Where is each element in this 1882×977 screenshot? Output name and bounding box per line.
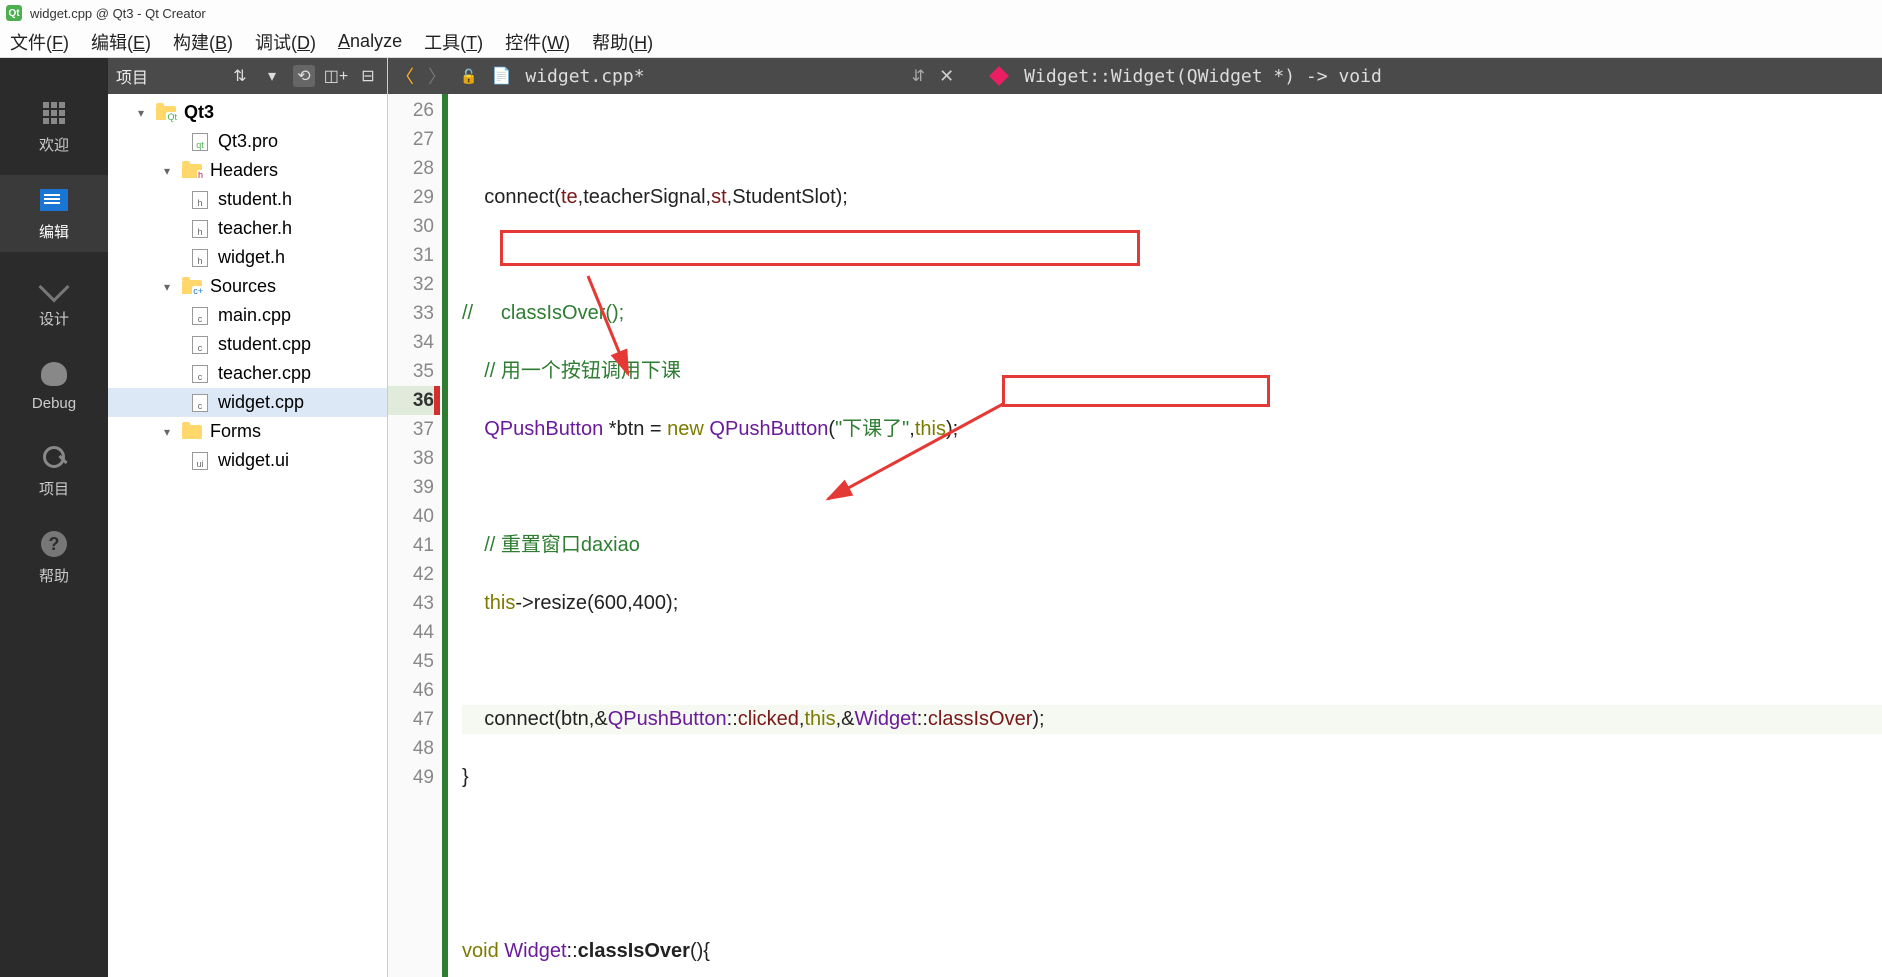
menu-bar: 文件(F) 编辑(E) 构建(B) 调试(D) Analyze 工具(T) 控件… [0, 26, 1882, 58]
mode-project[interactable]: 项目 [0, 432, 108, 509]
tree-file-student-cpp[interactable]: cstudent.cpp [108, 330, 387, 359]
nav-back-icon[interactable]: 〈 [396, 63, 414, 89]
menu-debug[interactable]: 调试(D) [255, 29, 316, 55]
close-pane-icon[interactable]: ⊟ [357, 65, 379, 87]
mode-welcome-label: 欢迎 [39, 134, 69, 155]
source-text[interactable]: connect(te,teacherSignal,st,StudentSlot)… [448, 94, 1882, 977]
nav-forward-icon[interactable]: 〉 [428, 63, 446, 89]
project-pane-header: 项目 ⇅ ▾ ⟲ ◫+ ⊟ [108, 58, 387, 94]
edit-icon [40, 189, 68, 211]
mode-debug-label: Debug [32, 395, 76, 412]
pencil-icon [38, 271, 69, 302]
qt-app-icon: Qt [6, 5, 22, 21]
project-tree[interactable]: ▾QtQt3 qtQt3.pro ▾hHeaders hstudent.h ht… [108, 94, 387, 977]
menu-widgets[interactable]: 控件(W) [505, 29, 570, 55]
tree-file-teacher-h[interactable]: hteacher.h [108, 214, 387, 243]
mode-design[interactable]: 设计 [0, 262, 108, 339]
tree-forms-folder[interactable]: ▾Forms [108, 417, 387, 446]
lock-icon[interactable]: 🔓 [460, 68, 477, 85]
bug-icon [41, 362, 67, 386]
menu-edit[interactable]: 编辑(E) [91, 29, 151, 55]
mode-project-label: 项目 [39, 478, 69, 499]
tree-file-widget-ui[interactable]: uiwidget.ui [108, 446, 387, 475]
menu-help[interactable]: 帮助(H) [592, 29, 653, 55]
tree-file-widget-h[interactable]: hwidget.h [108, 243, 387, 272]
menu-build[interactable]: 构建(B) [173, 29, 233, 55]
title-bar: Qt widget.cpp @ Qt3 - Qt Creator [0, 0, 1882, 26]
tree-pro-file[interactable]: qtQt3.pro [108, 127, 387, 156]
updown-icon[interactable]: ⇵ [912, 66, 925, 86]
code-editor[interactable]: 2627282930313233343536373839404142434445… [388, 94, 1882, 977]
menu-file[interactable]: 文件(F) [10, 29, 69, 55]
mode-welcome[interactable]: 欢迎 [0, 88, 108, 165]
mode-bar: 欢迎 编辑 设计 Debug 项目 ? 帮助 [0, 58, 108, 977]
help-icon: ? [41, 531, 67, 557]
tree-headers-folder[interactable]: ▾hHeaders [108, 156, 387, 185]
link-icon[interactable]: ⟲ [293, 65, 315, 87]
window-title: widget.cpp @ Qt3 - Qt Creator [30, 6, 206, 21]
tree-file-teacher-cpp[interactable]: cteacher.cpp [108, 359, 387, 388]
sort-icon[interactable]: ⇅ [229, 65, 251, 87]
document-icon[interactable]: 📄 [491, 66, 511, 86]
close-icon[interactable]: ✕ [939, 66, 954, 87]
editor-toolbar: 〈 〉 🔓 📄 widget.cpp* ⇵ ✕ Widget::Widget(Q… [388, 58, 1882, 94]
project-pane: 项目 ⇅ ▾ ⟲ ◫+ ⊟ ▾QtQt3 qtQt3.pro ▾hHeaders… [108, 58, 388, 977]
mode-help-label: 帮助 [39, 565, 69, 586]
grid-icon [43, 102, 65, 124]
project-pane-title: 项目 [116, 64, 148, 88]
tree-file-main-cpp[interactable]: cmain.cpp [108, 301, 387, 330]
editor-area: 〈 〉 🔓 📄 widget.cpp* ⇵ ✕ Widget::Widget(Q… [388, 58, 1882, 977]
wrench-icon [43, 446, 65, 468]
diamond-icon [989, 66, 1009, 86]
mode-debug[interactable]: Debug [0, 349, 108, 422]
menu-tools[interactable]: 工具(T) [424, 29, 483, 55]
tree-file-widget-cpp[interactable]: cwidget.cpp [108, 388, 387, 417]
symbol-breadcrumb[interactable]: Widget::Widget(QWidget *) -> void [1024, 66, 1382, 87]
split-icon[interactable]: ◫+ [325, 65, 347, 87]
mode-edit[interactable]: 编辑 [0, 175, 108, 252]
line-gutter[interactable]: 2627282930313233343536373839404142434445… [388, 94, 448, 977]
tree-project-root[interactable]: ▾QtQt3 [108, 98, 387, 127]
tree-file-student-h[interactable]: hstudent.h [108, 185, 387, 214]
mode-help[interactable]: ? 帮助 [0, 519, 108, 596]
editor-filename[interactable]: widget.cpp* [525, 66, 644, 87]
filter-icon[interactable]: ▾ [261, 65, 283, 87]
tree-sources-folder[interactable]: ▾c+Sources [108, 272, 387, 301]
menu-analyze[interactable]: Analyze [338, 31, 402, 52]
mode-design-label: 设计 [39, 308, 69, 329]
mode-edit-label: 编辑 [39, 221, 69, 242]
